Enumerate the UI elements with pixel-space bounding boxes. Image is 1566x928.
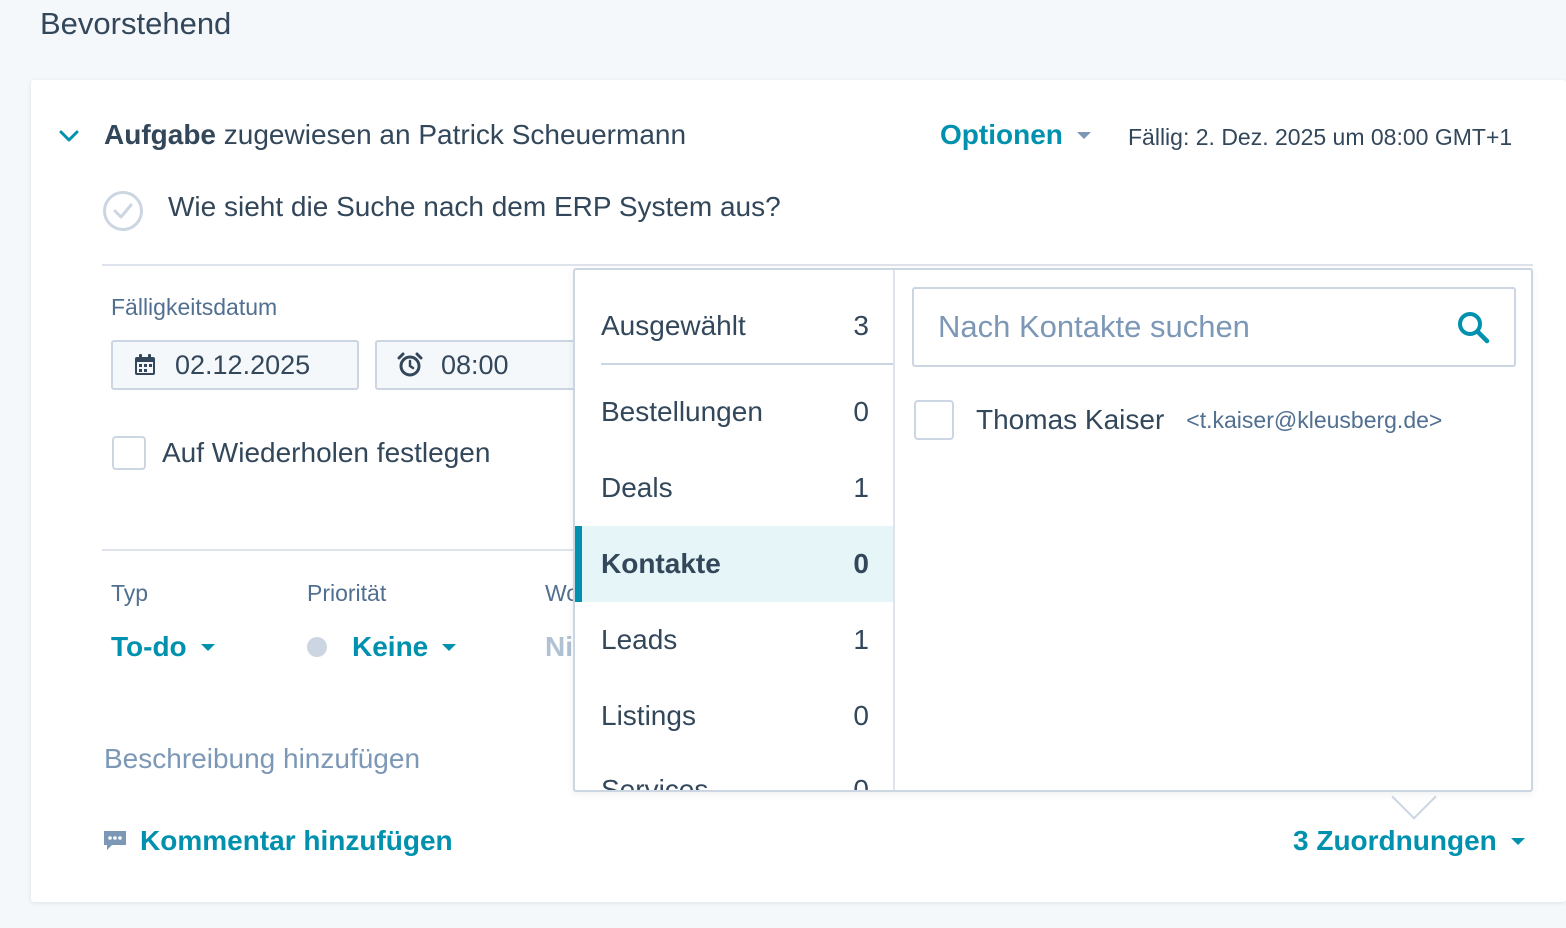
caret-down-icon [200, 643, 215, 651]
divider-mid [102, 549, 577, 551]
category-count: 0 [853, 774, 869, 790]
category-count: 0 [853, 548, 869, 579]
complete-task-button[interactable] [102, 190, 144, 232]
caret-down-icon [1076, 131, 1091, 139]
category-label: Services [601, 774, 709, 790]
due-date-label: Fälligkeitsdatum [111, 294, 278, 320]
section-title: Bevorstehend [40, 6, 232, 41]
task-header: Aufgabe zugewiesen an Patrick Scheuerman… [104, 119, 686, 151]
associations-popover: Ausgewählt 3 Bestellungen 0 Deals 1 Kont… [573, 268, 1533, 792]
priority-dropdown[interactable]: Keine [307, 631, 457, 663]
chevron-down-icon [59, 130, 79, 142]
category-list: Ausgewählt 3 Bestellungen 0 Deals 1 Kont… [575, 270, 895, 790]
priority-dot-icon [307, 637, 327, 657]
category-count: 0 [853, 700, 869, 731]
category-count: 3 [853, 310, 869, 341]
contact-search-input[interactable] [938, 309, 1456, 345]
comment-icon [104, 831, 126, 850]
time-value: 08:00 [441, 349, 509, 380]
category-label: Leads [601, 624, 678, 655]
search-icon[interactable] [1456, 310, 1490, 344]
category-item-kontakte[interactable]: Kontakte 0 [575, 526, 893, 602]
type-dropdown[interactable]: To-do [111, 631, 215, 663]
category-item-listings[interactable]: Listings 0 [575, 678, 893, 754]
date-input[interactable]: 02.12.2025 [111, 340, 359, 390]
type-value: To-do [111, 631, 187, 662]
category-label: Ausgewählt [601, 310, 746, 341]
priority-label: Priorität [307, 580, 387, 606]
divider-top [102, 264, 1533, 266]
category-label: Listings [601, 700, 696, 731]
task-title[interactable]: Wie sieht die Suche nach dem ERP System … [168, 191, 781, 223]
associations-label: 3 Zuordnungen [1293, 825, 1497, 856]
alarm-clock-icon [397, 352, 423, 377]
caret-down-icon [1510, 837, 1525, 845]
add-description-link[interactable]: Beschreibung hinzufügen [104, 743, 420, 775]
category-label: Deals [601, 472, 673, 503]
category-item-services[interactable]: Services 0 [575, 752, 893, 790]
task-assigned-text: zugewiesen an Patrick Scheuermann [223, 119, 687, 150]
associations-dropdown[interactable]: 3 Zuordnungen [1293, 825, 1525, 857]
category-label: Bestellungen [601, 396, 763, 427]
options-label: Optionen [940, 119, 1063, 150]
queue-value-partial[interactable]: Ni [545, 631, 573, 663]
time-input[interactable]: 08:00 [375, 340, 585, 390]
category-item-bestellungen[interactable]: Bestellungen 0 [575, 374, 893, 450]
contact-name: Thomas Kaiser [976, 404, 1165, 435]
caret-down-icon [442, 643, 457, 651]
category-count: 1 [853, 472, 869, 503]
check-circle-icon [103, 191, 143, 231]
add-comment-button[interactable]: Kommentar hinzufügen [102, 825, 453, 857]
contact-email: <t.kaiser@kleusberg.de> [1186, 406, 1443, 433]
options-dropdown[interactable]: Optionen [940, 119, 1091, 151]
add-comment-label: Kommentar hinzufügen [140, 825, 453, 856]
category-item-leads[interactable]: Leads 1 [575, 602, 893, 678]
contact-checkbox[interactable] [914, 400, 954, 440]
category-count: 0 [853, 396, 869, 427]
repeat-checkbox[interactable] [112, 436, 146, 470]
calendar-icon [135, 354, 155, 375]
category-separator [601, 363, 893, 365]
category-item-selected[interactable]: Ausgewählt 3 [575, 288, 893, 364]
collapse-toggle[interactable] [58, 125, 80, 147]
repeat-label: Auf Wiederholen festlegen [162, 437, 491, 468]
category-label: Kontakte [601, 548, 721, 579]
date-value: 02.12.2025 [175, 349, 311, 380]
due-text: Fällig: 2. Dez. 2025 um 08:00 GMT+1 [1128, 124, 1513, 150]
type-label: Typ [111, 580, 149, 606]
category-count: 1 [853, 624, 869, 655]
priority-value: Keine [352, 631, 429, 662]
category-item-deals[interactable]: Deals 1 [575, 450, 893, 526]
contact-result-item[interactable]: Thomas Kaiser <t.kaiser@kleusberg.de> [914, 400, 1442, 440]
task-type-label: Aufgabe [104, 119, 216, 150]
contact-search [912, 287, 1516, 367]
